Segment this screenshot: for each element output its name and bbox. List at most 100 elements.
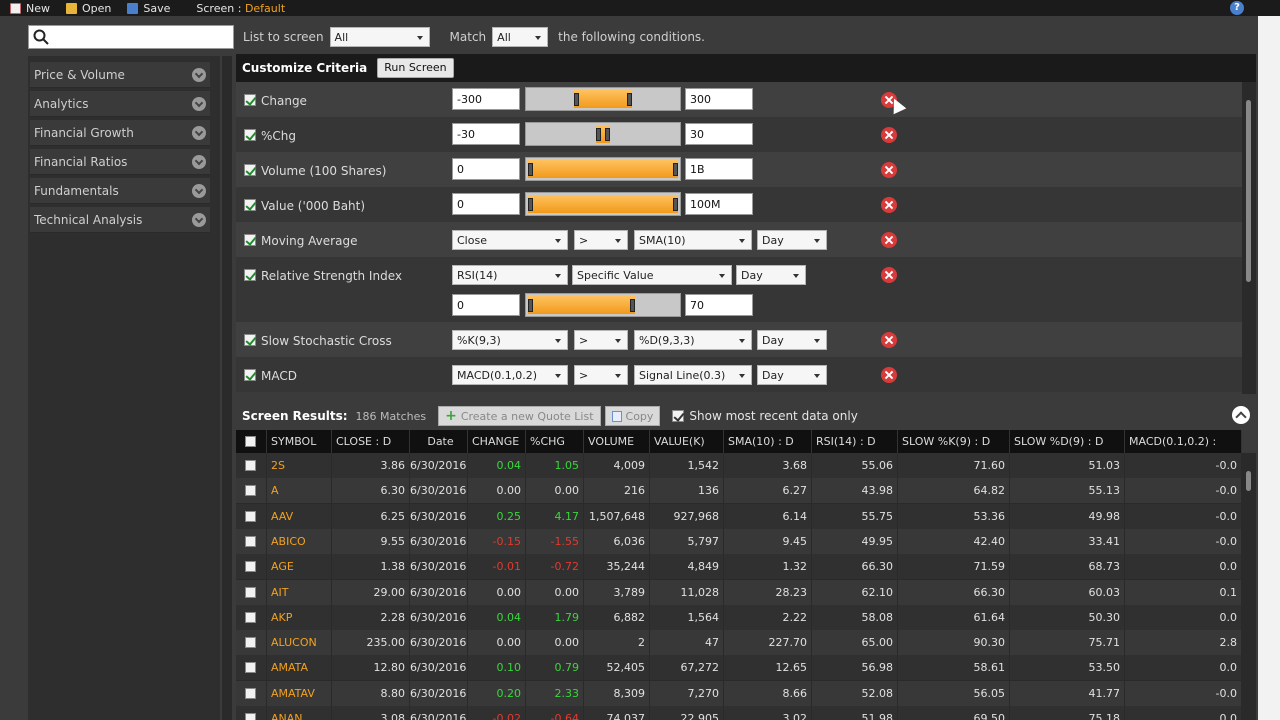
period-select[interactable]: Day [757,365,827,385]
max-input[interactable]: 70 [685,294,753,316]
range-slider[interactable] [525,293,681,317]
slider-max-handle[interactable] [673,198,678,211]
results-scrollbar[interactable] [1242,453,1256,720]
min-input[interactable]: -300 [452,88,520,110]
save-button[interactable]: Save [121,1,176,15]
indicator-select[interactable]: MACD(0.1,0.2) [452,365,568,385]
criteria-checkbox[interactable] [244,129,256,141]
indicator-select[interactable]: %D(9,3,3) [634,330,752,350]
criteria-checkbox[interactable] [244,164,256,176]
row-checkbox[interactable] [245,662,256,674]
scrollbar-thumb[interactable] [1246,471,1251,491]
new-button[interactable]: New [4,1,56,15]
sidebar-item-financial-growth[interactable]: Financial Growth [30,120,210,146]
symbol-cell[interactable]: AKP [267,604,332,630]
row-checkbox[interactable] [245,611,256,623]
criteria-checkbox[interactable] [244,334,256,346]
min-input[interactable]: 0 [452,193,520,215]
copy-button[interactable]: Copy [604,406,661,426]
range-slider[interactable] [525,157,681,181]
table-row[interactable]: ALUCON 235.00 6/30/2016 0.00 0.00 2 47 227.70 65… [236,630,1242,656]
symbol-cell[interactable]: AMATAV [267,680,332,706]
criteria-checkbox[interactable] [244,199,256,211]
column-header[interactable]: SMA(10) : D [724,430,812,453]
table-row[interactable]: A 6.30 6/30/2016 0.00 0.00 216 136 6.27 43.98 64.… [236,478,1242,504]
delete-criteria-icon[interactable] [881,232,897,248]
compare-select[interactable]: Specific Value [572,265,732,285]
column-header[interactable]: VOLUME [584,430,650,453]
sidebar-item-financial-ratios[interactable]: Financial Ratios [30,149,210,175]
help-icon[interactable]: ? [1230,1,1244,15]
period-select[interactable]: Day [736,265,806,285]
scrollbar-thumb[interactable] [1246,100,1251,282]
period-select[interactable]: Day [757,230,827,250]
column-header[interactable]: SLOW %K(9) : D [898,430,1010,453]
column-header[interactable]: SYMBOL [267,430,332,453]
max-input[interactable]: 1B [685,158,753,180]
min-input[interactable]: -30 [452,123,520,145]
max-input[interactable]: 300 [685,88,753,110]
row-checkbox[interactable] [245,637,256,649]
field-select[interactable]: Close [452,230,568,250]
row-checkbox[interactable] [245,561,256,573]
indicator-select[interactable]: Signal Line(0.3) [634,365,752,385]
criteria-checkbox[interactable] [244,94,256,106]
table-row[interactable]: 2S 3.86 6/30/2016 0.04 1.05 4,009 1,542 3.68 55.… [236,453,1242,478]
chevron-down-icon[interactable] [192,184,206,198]
delete-criteria-icon[interactable] [881,332,897,348]
sidebar-item-technical-analysis[interactable]: Technical Analysis [30,207,210,233]
row-checkbox[interactable] [245,535,256,547]
chevron-down-icon[interactable] [192,155,206,169]
slider-max-handle[interactable] [604,128,610,141]
symbol-cell[interactable]: A [267,478,332,504]
table-row[interactable]: AGE 1.38 6/30/2016 -0.01 -0.72 35,244 4,849 1.3… [236,554,1242,580]
operator-select[interactable]: > [574,330,628,350]
match-select[interactable]: All [492,27,549,47]
row-checkbox[interactable] [245,510,256,522]
column-header[interactable]: RSI(14) : D [812,430,898,453]
table-row[interactable]: AIT 29.00 6/30/2016 0.00 0.00 3,789 11,028 28.2… [236,579,1242,605]
sidebar-item-price-volume[interactable]: Price & Volume [30,62,210,88]
symbol-cell[interactable]: 2S [267,453,332,478]
chevron-down-icon[interactable] [192,97,206,111]
row-checkbox[interactable] [245,460,256,471]
slider-min-handle[interactable] [528,163,533,176]
table-row[interactable]: AKP 2.28 6/30/2016 0.04 1.79 6,882 1,564 2.22 58… [236,604,1242,630]
column-header[interactable]: CLOSE : D [332,430,410,453]
list-to-screen-select[interactable]: All [329,27,430,47]
chevron-down-icon[interactable] [192,213,206,227]
symbol-cell[interactable]: AGE [267,554,332,580]
slider-max-handle[interactable] [673,163,678,176]
min-input[interactable]: 0 [452,294,520,316]
most-recent-toggle[interactable]: Show most recent data only [672,409,858,423]
symbol-cell[interactable]: ALUCON [267,630,332,656]
delete-criteria-icon[interactable] [881,367,897,383]
select-all-checkbox[interactable] [245,436,256,447]
column-header[interactable]: MACD(0.1,0.2) : [1125,430,1242,453]
indicator-select[interactable]: SMA(10) [634,230,752,250]
column-header[interactable]: VALUE(K) [650,430,724,453]
row-checkbox[interactable] [245,586,256,598]
column-header[interactable]: CHANGE [468,430,526,453]
delete-criteria-icon[interactable] [881,267,897,283]
delete-criteria-icon[interactable] [881,162,897,178]
most-recent-checkbox[interactable] [672,410,685,422]
range-slider[interactable] [525,192,681,216]
create-quote-list-button[interactable]: + Create a new Quote List [438,406,601,426]
operator-select[interactable]: > [574,230,628,250]
symbol-cell[interactable]: AMATA [267,655,332,681]
indicator-select[interactable]: %K(9,3) [452,330,568,350]
operator-select[interactable]: > [574,365,628,385]
criteria-checkbox[interactable] [244,269,256,281]
indicator-select[interactable]: RSI(14) [452,265,568,285]
search-box[interactable] [28,25,234,49]
max-input[interactable]: 100M [685,193,753,215]
column-header[interactable]: %CHG [526,430,584,453]
table-row[interactable]: AMATA 12.80 6/30/2016 0.10 0.79 52,405 67,272 1… [236,655,1242,681]
max-input[interactable]: 30 [685,123,753,145]
row-checkbox[interactable] [245,485,256,497]
slider-max-handle[interactable] [629,299,635,312]
delete-criteria-icon[interactable] [881,127,897,143]
chevron-down-icon[interactable] [192,68,206,82]
slider-min-handle[interactable] [528,198,533,211]
